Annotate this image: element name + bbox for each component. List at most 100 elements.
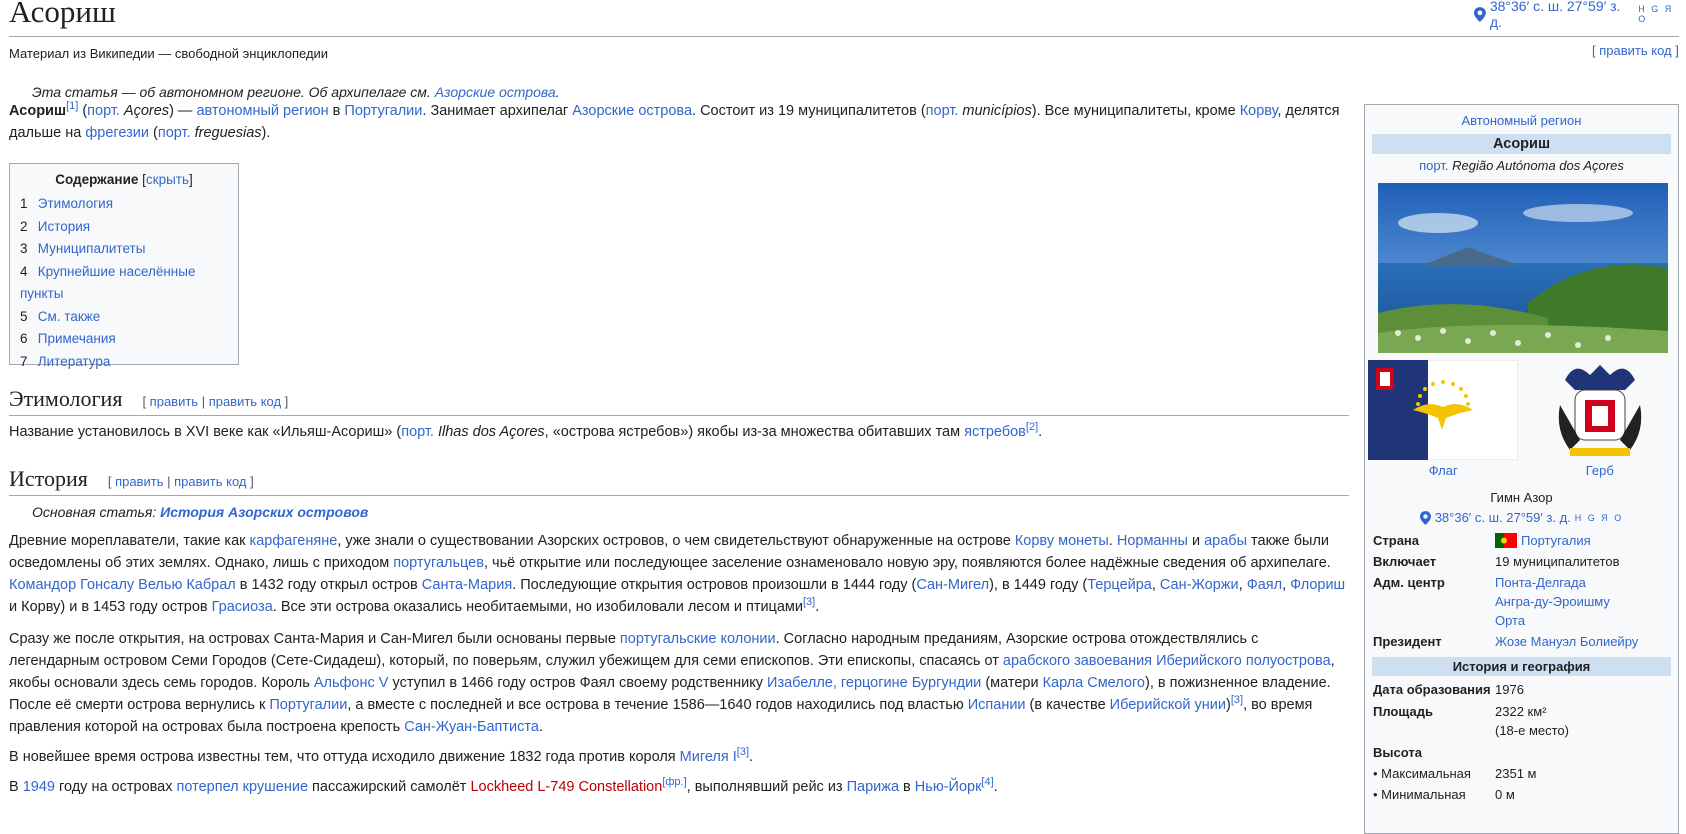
coordinates-link[interactable]: 38°36′ с. ш. 27°59′ з. д.: [1435, 510, 1571, 525]
link[interactable]: Нью-Йорк: [915, 779, 982, 795]
link[interactable]: Мигеля I: [680, 749, 737, 765]
main-article-link[interactable]: История Азорских островов: [160, 504, 368, 520]
link[interactable]: Испании: [968, 697, 1026, 713]
infobox-row-capital: Адм. центр Понта-Делгада Ангра-ду-Эроишм…: [1373, 575, 1610, 628]
link[interactable]: Гонсалу Велью Кабрал: [80, 577, 236, 593]
header-coordinates: 38°36′ с. ш. 27°59′ з. д. H G Я O: [1474, 0, 1686, 30]
flag-link[interactable]: Флаг: [1429, 463, 1458, 478]
toc-hide-link[interactable]: скрыть: [146, 172, 189, 187]
capital-link[interactable]: Орта: [1495, 613, 1525, 628]
link[interactable]: арабы: [1204, 533, 1247, 549]
infobox-row-country: Страна Португалия: [1373, 533, 1591, 548]
edit-code-anchor[interactable]: [ править код ]: [1592, 43, 1679, 58]
link[interactable]: карфагеняне: [250, 533, 338, 549]
etymology-paragraph: Название установилось в XVI веке как «Ил…: [9, 421, 1043, 440]
toc-item[interactable]: 3 Муниципалитеты: [20, 238, 228, 261]
capital-link[interactable]: Ангра-ду-Эроишму: [1495, 594, 1610, 609]
link-portugal[interactable]: Португалии: [344, 103, 422, 119]
link-azores[interactable]: Азорские острова: [572, 103, 692, 119]
arms-cell[interactable]: Герб: [1522, 358, 1679, 478]
link[interactable]: Карла Смелого: [1043, 675, 1145, 691]
landscape-photo[interactable]: [1378, 183, 1668, 353]
link[interactable]: потерпел крушение: [177, 779, 309, 795]
link[interactable]: Сан-Мигел: [916, 577, 989, 593]
toc-item[interactable]: 7 Литература: [20, 351, 228, 374]
lang-link[interactable]: порт.: [1419, 158, 1448, 173]
ref-3[interactable]: [3]: [803, 596, 815, 608]
link[interactable]: Парижа: [847, 779, 899, 795]
interwiki-link[interactable]: [фр.]: [662, 776, 686, 788]
president-link[interactable]: Жозе Мануэл Болиейру: [1495, 634, 1638, 649]
toc-item[interactable]: 1 Этимология: [20, 193, 228, 216]
link[interactable]: португальские колонии: [620, 631, 776, 647]
link[interactable]: Альфонс V: [314, 675, 389, 691]
lang-link[interactable]: порт.: [926, 103, 959, 119]
edit-code-section-link[interactable]: править код: [174, 474, 246, 489]
coat-of-arms-image[interactable]: [1555, 360, 1645, 460]
infobox-type[interactable]: Автономный регион: [1365, 113, 1678, 128]
toc-item[interactable]: 5 См. также: [20, 306, 228, 329]
edit-code-section-link[interactable]: править код: [209, 394, 281, 409]
link[interactable]: Фаял: [1247, 577, 1282, 593]
edit-link[interactable]: править: [115, 474, 163, 489]
link-corvo[interactable]: Корву: [1240, 103, 1278, 119]
toc-item[interactable]: 4 Крупнейшие населённые пункты: [20, 261, 228, 306]
link[interactable]: монеты: [1058, 533, 1109, 549]
capital-link[interactable]: Понта-Делгада: [1495, 575, 1586, 590]
lead-paragraph: Асориш[1] (порт. Açores) — автономный ре…: [9, 100, 1340, 141]
link[interactable]: Норманны: [1117, 533, 1188, 549]
link[interactable]: Изабелле, герцогине Бургундии: [767, 675, 981, 691]
lang-link[interactable]: порт.: [158, 125, 191, 141]
flag-image[interactable]: [1367, 359, 1519, 461]
history-paragraph-4: В 1949 году на островах потерпел крушени…: [9, 776, 998, 795]
page-title: Асориш: [9, 0, 116, 29]
map-services-links[interactable]: H G Я O: [1575, 513, 1624, 523]
link[interactable]: Сан-Жуан-Баптиста: [404, 719, 539, 735]
coordinates-link[interactable]: 38°36′ с. ш. 27°59′ з. д.: [1490, 0, 1634, 30]
ref-3[interactable]: [3]: [1231, 694, 1243, 706]
ref-3[interactable]: [3]: [737, 746, 749, 758]
link[interactable]: Грасиоза: [212, 599, 273, 615]
infobox-row-height: Высота: [1373, 745, 1422, 760]
flag-cell[interactable]: Флаг: [1365, 358, 1522, 478]
link[interactable]: Санта-Мария: [422, 577, 512, 593]
map-pin-icon[interactable]: [1419, 510, 1431, 525]
anthem: Гимн Азор: [1490, 490, 1553, 505]
infobox-row-includes: Включает 19 муниципалитетов: [1373, 554, 1620, 569]
edit-link[interactable]: править: [150, 394, 198, 409]
ref-1[interactable]: [1]: [66, 100, 78, 112]
link[interactable]: 1949: [23, 779, 55, 795]
link-hawks[interactable]: ястребов: [964, 424, 1026, 440]
link[interactable]: португальцев: [393, 555, 484, 571]
infobox-original-name: порт. Região Autónoma dos Açores: [1419, 158, 1624, 173]
link[interactable]: Португалии: [269, 697, 347, 713]
title-divider: [9, 36, 1679, 37]
link-freguesia[interactable]: фрегезии: [85, 125, 149, 141]
hatnote-link[interactable]: Азорские острова: [435, 84, 556, 100]
lang-link[interactable]: порт.: [87, 103, 120, 119]
toc-item[interactable]: 2 История: [20, 216, 228, 239]
link-autonomous-region[interactable]: автономный регион: [196, 103, 328, 119]
map-pin-icon[interactable]: [1474, 6, 1486, 22]
ref-2[interactable]: [2]: [1026, 421, 1038, 433]
arms-link[interactable]: Герб: [1586, 463, 1614, 478]
portugal-flag-icon: [1495, 533, 1517, 548]
link[interactable]: Сан-Жоржи: [1160, 577, 1239, 593]
link[interactable]: Флориш: [1290, 577, 1345, 593]
link[interactable]: Иберийской унии: [1110, 697, 1226, 713]
link[interactable]: Корву: [1015, 533, 1054, 549]
section-divider: [9, 415, 1349, 416]
infobox-name: Асориш: [1372, 134, 1671, 154]
infobox-row-height-max: • Максимальная 2351 м: [1373, 766, 1537, 781]
country-link[interactable]: Португалия: [1521, 533, 1591, 548]
link[interactable]: Терцейра: [1087, 577, 1152, 593]
link[interactable]: Командор: [9, 577, 76, 593]
map-services-links[interactable]: H G Я O: [1638, 4, 1686, 24]
ref-4[interactable]: [4]: [981, 776, 993, 788]
toc-item[interactable]: 6 Примечания: [20, 328, 228, 351]
edit-code-link[interactable]: [ править код ]: [1592, 43, 1679, 58]
lang-link[interactable]: порт.: [401, 424, 434, 440]
hatnote: Эта статья — об автономном регионе. Об а…: [32, 84, 560, 100]
redlink[interactable]: Lockheed L-749 Constellation: [470, 779, 662, 795]
link[interactable]: арабского завоевания Иберийского полуост…: [1003, 653, 1331, 669]
